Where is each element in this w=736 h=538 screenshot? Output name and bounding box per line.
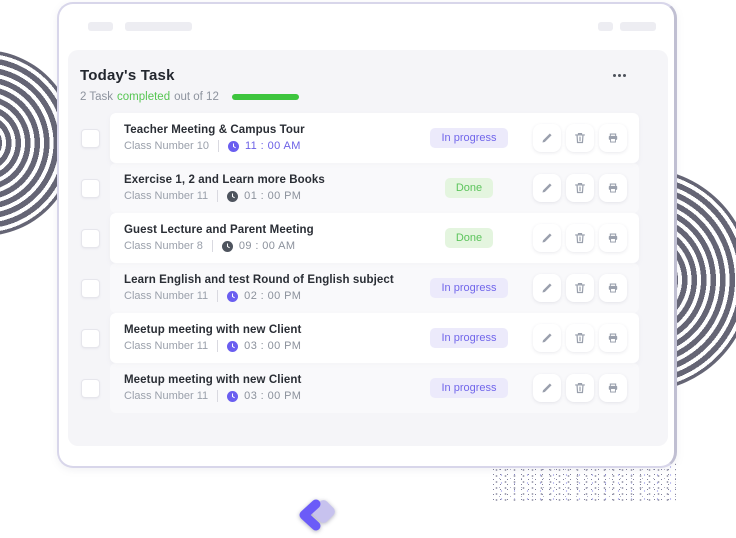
task-checkbox[interactable]: [81, 279, 100, 298]
task-row: Meetup meeting with new Client Class Num…: [68, 363, 668, 413]
summary-count: 2 Task: [80, 91, 113, 103]
task-row: Teacher Meeting & Campus Tour Class Numb…: [68, 113, 668, 163]
task-title: Guest Lecture and Parent Meeting: [124, 224, 419, 236]
more-menu-icon[interactable]: [613, 74, 626, 77]
status-badge: In progress: [430, 278, 507, 298]
task-title: Learn English and test Round of English …: [124, 274, 419, 286]
task-title: Meetup meeting with new Client: [124, 324, 419, 336]
edit-button[interactable]: [533, 374, 561, 402]
delete-button[interactable]: [566, 224, 594, 252]
delete-button[interactable]: [566, 174, 594, 202]
task-row: Learn English and test Round of English …: [68, 263, 668, 313]
progress-bar: [232, 94, 299, 100]
summary-completed: completed: [117, 91, 170, 103]
divider: [217, 340, 218, 352]
task-class: Class Number 11: [124, 190, 208, 202]
tasks-panel: Today's Task 2 Task completed out of 12 …: [68, 50, 668, 446]
print-button[interactable]: [599, 374, 627, 402]
status-badge: In progress: [430, 378, 507, 398]
divider: [217, 290, 218, 302]
page-title: Today's Task: [80, 67, 652, 84]
divider: [217, 390, 218, 402]
skeleton-bar: [88, 22, 113, 31]
task-title: Exercise 1, 2 and Learn more Books: [124, 174, 419, 186]
status-badge: Done: [445, 178, 493, 198]
edit-button[interactable]: [533, 224, 561, 252]
app-card: Today's Task 2 Task completed out of 12 …: [57, 2, 677, 468]
task-time: 03 : 00 PM: [244, 390, 301, 402]
delete-button[interactable]: [566, 274, 594, 302]
status-badge: In progress: [430, 328, 507, 348]
task-class: Class Number 10: [124, 140, 209, 152]
edit-button[interactable]: [533, 274, 561, 302]
print-button[interactable]: [599, 124, 627, 152]
task-checkbox[interactable]: [81, 179, 100, 198]
task-time: 09 : 00 AM: [239, 240, 296, 252]
clock-icon: [227, 191, 238, 202]
task-checkbox[interactable]: [81, 229, 100, 248]
skeleton-bar: [125, 22, 192, 31]
task-row: Meetup meeting with new Client Class Num…: [68, 313, 668, 363]
task-row: Guest Lecture and Parent Meeting Class N…: [68, 213, 668, 263]
brand-logo-icon: [296, 498, 342, 538]
divider: [212, 240, 213, 252]
clock-icon: [227, 291, 238, 302]
skeleton-bar: [620, 22, 656, 31]
print-button[interactable]: [599, 274, 627, 302]
task-checkbox[interactable]: [81, 329, 100, 348]
task-title: Teacher Meeting & Campus Tour: [124, 124, 419, 136]
task-class: Class Number 8: [124, 240, 203, 252]
print-button[interactable]: [599, 174, 627, 202]
skeleton-bar: [598, 22, 613, 31]
task-class: Class Number 11: [124, 290, 208, 302]
edit-button[interactable]: [533, 324, 561, 352]
delete-button[interactable]: [566, 374, 594, 402]
print-button[interactable]: [599, 324, 627, 352]
task-list: Teacher Meeting & Campus Tour Class Numb…: [68, 113, 668, 413]
task-class: Class Number 11: [124, 340, 208, 352]
clock-icon: [228, 141, 239, 152]
print-button[interactable]: [599, 224, 627, 252]
divider: [217, 190, 218, 202]
task-summary: 2 Task completed out of 12: [80, 91, 668, 103]
edit-button[interactable]: [533, 174, 561, 202]
status-badge: In progress: [430, 128, 507, 148]
task-time: 11 : 00 AM: [245, 140, 301, 152]
summary-total: out of 12: [174, 91, 219, 103]
task-checkbox[interactable]: [81, 379, 100, 398]
task-checkbox[interactable]: [81, 129, 100, 148]
task-row: Exercise 1, 2 and Learn more Books Class…: [68, 163, 668, 213]
task-time: 02 : 00 PM: [244, 290, 301, 302]
task-class: Class Number 11: [124, 390, 208, 402]
delete-button[interactable]: [566, 124, 594, 152]
task-time: 01 : 00 PM: [244, 190, 301, 202]
status-badge: Done: [445, 228, 493, 248]
delete-button[interactable]: [566, 324, 594, 352]
clock-icon: [227, 391, 238, 402]
clock-icon: [227, 341, 238, 352]
task-title: Meetup meeting with new Client: [124, 374, 419, 386]
task-time: 03 : 00 PM: [244, 340, 301, 352]
divider: [218, 140, 219, 152]
clock-icon: [222, 241, 233, 252]
edit-button[interactable]: [533, 124, 561, 152]
